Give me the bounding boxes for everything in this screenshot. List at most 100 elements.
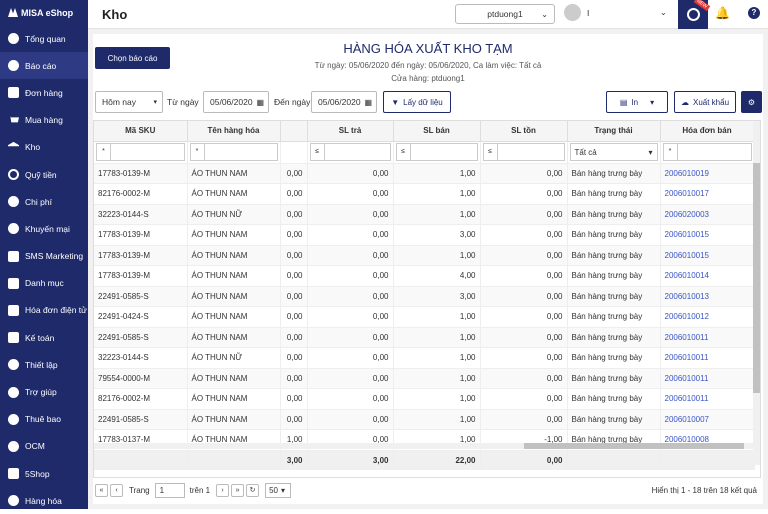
column-filter-input[interactable]: ≤	[309, 143, 391, 161]
invoice-link[interactable]: 2006010011	[660, 368, 755, 389]
printer-icon: ▤	[619, 97, 628, 107]
sidebar-item-16[interactable]: 5Shop	[0, 460, 88, 487]
table-row[interactable]: 22491-0585-S ÁO THUN NAM 0,00 0,00 3,00 0,00 B…	[94, 286, 755, 307]
scroll-thumb[interactable]	[753, 163, 760, 393]
table-cell: 1,00	[393, 245, 481, 266]
brand-logo[interactable]: MISA eShop	[0, 0, 88, 25]
user-chevron-icon[interactable]: ⌄	[660, 8, 667, 17]
table-row[interactable]: 17783-0139-M ÁO THUN NAM 0,00 0,00 1,00 0,00 B…	[94, 245, 755, 266]
table-row[interactable]: 22491-0585-S ÁO THUN NAM 0,00 0,00 1,00 0,00 B…	[94, 327, 755, 348]
invoice-link[interactable]: 2006010012	[660, 306, 755, 328]
column-header[interactable]: SL tồn	[480, 121, 568, 142]
sidebar-item-1[interactable]: Báo cáo	[0, 52, 88, 80]
horizontal-scrollbar[interactable]	[94, 443, 755, 449]
filter-operator[interactable]: ≤	[397, 144, 411, 160]
calendar-icon[interactable]: ▦	[256, 98, 264, 107]
column-filter-input[interactable]: *	[189, 143, 278, 161]
column-filter-input[interactable]: ≤	[395, 143, 478, 161]
column-header[interactable]: Mã SKU	[94, 121, 188, 142]
sidebar-item-14[interactable]: Thuê bao	[0, 406, 88, 433]
refresh-icon[interactable]: ↻	[246, 483, 260, 497]
column-header[interactable]: Trạng thái	[567, 121, 661, 142]
table-row[interactable]: 17783-0139-M ÁO THUN NAM 0,00 0,00 4,00 0,00 B…	[94, 265, 755, 287]
sidebar-item-0[interactable]: Tổng quan	[0, 25, 88, 52]
table-cell: 1,00	[393, 327, 481, 348]
invoice-link[interactable]: 2006010017	[660, 183, 755, 205]
invoice-link[interactable]: 2006020003	[660, 204, 755, 225]
invoice-link[interactable]: 2006010013	[660, 286, 755, 307]
invoice-link[interactable]: 2006010015	[660, 245, 755, 266]
column-header[interactable]	[280, 121, 308, 142]
branch-select[interactable]: ptduong1 ⌄	[455, 4, 555, 24]
help-icon[interactable]: ?	[748, 7, 760, 19]
table-cell: ÁO THUN NAM	[187, 368, 281, 389]
invoice-link[interactable]: 2006010014	[660, 265, 755, 287]
first-page-button[interactable]: «	[95, 483, 108, 497]
filter-bar: Hôm nay ▾ Từ ngày 05/06/2020 ▦ Đến ngày …	[95, 91, 765, 113]
sidebar-item-7[interactable]: Khuyến mại	[0, 215, 88, 242]
next-page-button[interactable]: ›	[216, 483, 230, 497]
from-date-input[interactable]: 05/06/2020 ▦	[203, 91, 269, 113]
column-filter-input[interactable]: ≤	[482, 143, 565, 161]
filter-operator[interactable]: *	[664, 144, 678, 160]
filter-operator[interactable]: *	[97, 144, 111, 160]
sidebar-item-6[interactable]: Chi phí	[0, 188, 88, 215]
sidebar-item-13[interactable]: Trợ giúp	[0, 378, 88, 405]
settings-button[interactable]: ⚙	[741, 91, 762, 113]
last-page-button[interactable]: »	[231, 483, 245, 497]
column-header[interactable]: Tên hàng hóa	[187, 121, 281, 142]
sidebar-item-10[interactable]: Hóa đơn điện tử	[0, 297, 88, 324]
table-row[interactable]: 82176-0002-M ÁO THUN NAM 0,00 0,00 1,00 0,00 B…	[94, 388, 755, 410]
sidebar-item-12[interactable]: Thiết lập	[0, 351, 88, 378]
to-date-input[interactable]: 05/06/2020 ▦	[311, 91, 377, 113]
table-row[interactable]: 22491-0585-S ÁO THUN NAM 0,00 0,00 1,00 0,00 B…	[94, 409, 755, 430]
sidebar-item-label: OCM	[25, 441, 45, 452]
invoice-link[interactable]: 2006010011	[660, 327, 755, 348]
sidebar-item-5[interactable]: Quỹ tiền	[0, 161, 88, 188]
invoice-link[interactable]: 2006010011	[660, 347, 755, 369]
table-row[interactable]: 82176-0002-M ÁO THUN NAM 0,00 0,00 1,00 0,00 B…	[94, 183, 755, 205]
bell-icon[interactable]: 🔔	[715, 6, 730, 20]
sidebar-item-9[interactable]: Danh mục	[0, 270, 88, 297]
invoice-link[interactable]: 2006010007	[660, 409, 755, 430]
column-header[interactable]: Hóa đơn bán	[660, 121, 755, 142]
sidebar-item-2[interactable]: Đơn hàng	[0, 79, 88, 106]
sidebar-item-4[interactable]: Kho	[0, 134, 88, 161]
table-row[interactable]: 22491-0424-S ÁO THUN NAM 0,00 0,00 1,00 0,00 B…	[94, 306, 755, 328]
invoice-link[interactable]: 2006010011	[660, 388, 755, 410]
export-button[interactable]: ☁ Xuất khẩu	[674, 91, 736, 113]
fetch-data-button[interactable]: ▼ Lấy dữ liệu	[383, 91, 451, 113]
print-button[interactable]: ▤ In ▾	[606, 91, 668, 113]
totals-row: 3,00 3,00 22,00 0,00	[94, 450, 755, 470]
sidebar-item-8[interactable]: SMS Marketing	[0, 243, 88, 270]
table-cell: Bán hàng trưng bày	[567, 204, 661, 225]
column-filter-input[interactable]: *	[96, 143, 185, 161]
status-filter-select[interactable]: Tất cả ▾	[569, 143, 658, 161]
filter-operator[interactable]: ≤	[311, 144, 325, 160]
filter-operator[interactable]: ≤	[484, 144, 498, 160]
column-header[interactable]: SL trả	[307, 121, 394, 142]
calendar-icon[interactable]: ▦	[364, 98, 372, 107]
invoice-link[interactable]: 2006010019	[660, 163, 755, 184]
table-row[interactable]: 32223-0144-S ÁO THUN NỮ 0,00 0,00 1,00 0,00 Bá…	[94, 204, 755, 225]
shift-clock-button[interactable]: NEW	[678, 0, 711, 29]
column-filter-input[interactable]: *	[662, 143, 752, 161]
sidebar-item-11[interactable]: Kế toán	[0, 324, 88, 351]
sidebar-item-15[interactable]: OCM	[0, 433, 88, 460]
vertical-scrollbar[interactable]	[753, 121, 760, 465]
sidebar-item-3[interactable]: Mua hàng	[0, 107, 88, 134]
table-row[interactable]: 17783-0139-M ÁO THUN NAM 0,00 0,00 1,00 0,00 B…	[94, 163, 755, 184]
table-row[interactable]: 32223-0144-S ÁO THUN NỮ 0,00 0,00 1,00 0,00 Bá…	[94, 347, 755, 369]
period-select[interactable]: Hôm nay ▾	[95, 91, 163, 113]
column-header[interactable]: SL bán	[393, 121, 481, 142]
page-input[interactable]: 1	[154, 482, 185, 498]
prev-page-button[interactable]: ‹	[110, 483, 123, 497]
filter-operator[interactable]: *	[191, 144, 205, 160]
table-row[interactable]: 17783-0139-M ÁO THUN NAM 0,00 0,00 3,00 0,00 B…	[94, 224, 755, 246]
invoice-link[interactable]: 2006010015	[660, 224, 755, 246]
page-size-select[interactable]: 50 ▾	[265, 482, 292, 498]
sidebar-item-17[interactable]: Hàng hóa	[0, 487, 88, 514]
scroll-thumb[interactable]	[524, 443, 744, 449]
user-menu[interactable]: I	[564, 4, 589, 21]
table-row[interactable]: 79554-0000-M ÁO THUN NAM 0,00 0,00 1,00 0,00 B…	[94, 368, 755, 389]
